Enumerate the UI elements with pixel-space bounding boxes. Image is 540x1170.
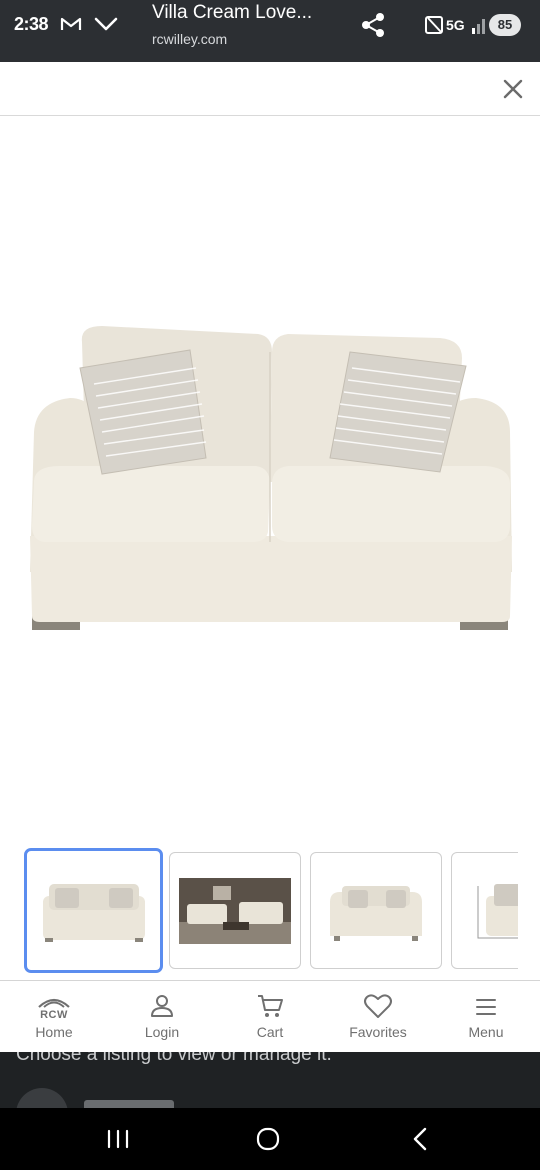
page-domain[interactable]: rcwilley.com [152, 31, 227, 47]
android-nav-bar [0, 1108, 540, 1170]
user-icon [149, 993, 175, 1024]
home-button[interactable] [248, 1122, 288, 1156]
back-button[interactable] [400, 1122, 440, 1156]
thumbnail-1[interactable] [24, 848, 163, 973]
browser-header: 2:38 Villa Cream Love... rcwilley.com 5G… [0, 0, 540, 62]
nav-menu[interactable]: Menu [432, 981, 540, 1053]
nav-login-label: Login [144, 1024, 180, 1040]
product-main-image[interactable] [20, 312, 520, 652]
nav-menu-label: Menu [468, 1024, 504, 1040]
battery-indicator: 85 [489, 14, 521, 36]
modal-header [0, 62, 540, 116]
rcw-logo-text: RCW [40, 1009, 68, 1021]
mail-icon [60, 14, 82, 39]
status-time: 2:38 [14, 14, 49, 34]
nav-login[interactable]: Login [108, 981, 216, 1053]
avatar [16, 1088, 68, 1108]
chevron-down-icon [93, 14, 119, 39]
nav-favorites-label: Favorites [349, 1024, 407, 1040]
placeholder-bar [84, 1100, 174, 1108]
thumbnail-4[interactable] [451, 852, 518, 969]
site-bottom-nav: RCW Home Login Cart Favorites Menu [0, 980, 540, 1052]
thumbnail-3[interactable] [310, 852, 442, 969]
close-icon[interactable] [498, 74, 528, 104]
nav-cart[interactable]: Cart [216, 981, 324, 1053]
background-page: Choose a listing to view or manage it. [0, 1052, 540, 1108]
share-icon[interactable] [358, 10, 388, 40]
heart-icon [363, 993, 393, 1024]
nav-cart-label: Cart [256, 1024, 284, 1040]
image-viewer-modal [0, 62, 540, 980]
nav-home[interactable]: RCW Home [0, 981, 108, 1053]
thumbnail-strip [24, 848, 518, 974]
page-title[interactable]: Villa Cream Love... [152, 2, 312, 24]
nav-favorites[interactable]: Favorites [324, 981, 432, 1053]
network-type: 5G [446, 17, 465, 33]
nav-home-label: Home [35, 1024, 73, 1040]
hamburger-icon [474, 997, 498, 1022]
cart-icon [256, 993, 284, 1024]
screen: 2:38 Villa Cream Love... rcwilley.com 5G… [0, 0, 540, 1170]
recent-apps-button[interactable] [98, 1122, 138, 1156]
thumbnail-2[interactable] [169, 852, 301, 969]
background-page-text: Choose a listing to view or manage it. [16, 1052, 332, 1065]
